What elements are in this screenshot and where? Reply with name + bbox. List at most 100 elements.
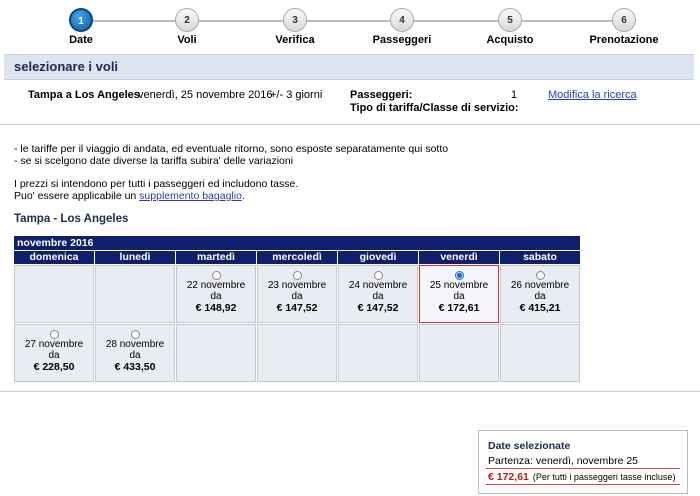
cell-from: da — [372, 291, 384, 302]
cell-date: 27 novembre — [24, 339, 84, 350]
calendar-cell-empty — [419, 324, 499, 382]
divider — [0, 391, 700, 392]
calendar-cell-empty — [176, 324, 256, 382]
cell-date: 28 novembre — [105, 339, 165, 350]
cell-price: € 228,50 — [33, 361, 75, 373]
step-number: 2 — [175, 8, 199, 32]
date-radio[interactable] — [49, 330, 59, 339]
cell-date: 25 novembre — [429, 280, 489, 291]
fare-notes: - le tariffe per il viaggio di andata, e… — [14, 143, 448, 202]
summary-price-note: (Per tutti i passeggeri tasse incluse) — [532, 472, 676, 482]
date-radio[interactable] — [211, 271, 221, 280]
step-label: Voli — [177, 34, 197, 46]
cell-date: 24 novembre — [348, 280, 408, 291]
calendar-cell[interactable]: 27 novembre da € 228,50 — [14, 324, 94, 382]
weekday-label: martedì — [176, 251, 256, 264]
weekday-label: mercoledì — [257, 251, 337, 264]
step-label: Prenotazione — [589, 34, 659, 46]
passengers-value: 1 — [511, 89, 518, 101]
step-number: 5 — [498, 8, 522, 32]
calendar-cell-empty — [338, 324, 418, 382]
step-prenotazione[interactable]: 6 Prenotazione — [577, 8, 671, 46]
calendar-cell-empty — [500, 324, 580, 382]
cell-from: da — [48, 350, 60, 361]
weekday-label: lunedì — [95, 251, 175, 264]
cell-date: 26 novembre — [510, 280, 570, 291]
calendar-cell[interactable]: 23 novembre da € 147,52 — [257, 265, 337, 323]
step-number: 6 — [612, 8, 636, 32]
step-label: Date — [69, 34, 93, 46]
step-label: Verifica — [275, 34, 315, 46]
weekday-label: domenica — [14, 251, 94, 264]
date-radio[interactable] — [373, 271, 383, 280]
cell-price: € 148,92 — [195, 302, 237, 314]
cell-price: € 172,61 — [438, 302, 480, 314]
step-number: 3 — [283, 8, 307, 32]
cell-price: € 433,50 — [114, 361, 156, 373]
step-label: Passeggeri — [372, 34, 432, 46]
fare-calendar: novembre 2016 domenica lunedì martedì me… — [14, 236, 580, 382]
summary-divider — [486, 484, 680, 485]
calendar-title: Tampa - Los Angeles — [14, 213, 129, 225]
calendar-week: 22 novembre da € 148,92 23 novembre da €… — [14, 265, 580, 323]
note-line: - se si scelgono date diverse la tariffa… — [14, 155, 294, 167]
section-title: selezionare i voli — [14, 59, 119, 74]
summary-title: Date selezionate — [488, 440, 571, 452]
date-radio[interactable] — [535, 271, 545, 280]
note-line: I prezzi si intendono per tutti i passeg… — [14, 178, 299, 190]
selected-dates-box: Date selezionate Partenza: venerdì, nove… — [478, 430, 688, 494]
cell-from: da — [210, 291, 222, 302]
calendar-cell[interactable]: 22 novembre da € 148,92 — [176, 265, 256, 323]
calendar-cell-empty — [14, 265, 94, 323]
summary-departure: Partenza: venerdì, novembre 25 — [488, 455, 639, 467]
date-radio-checked[interactable] — [454, 271, 464, 280]
calendar-week: 27 novembre da € 228,50 28 novembre da €… — [14, 324, 580, 382]
progress-steps: 1 Date 2 Voli 3 Verifica 4 Passeggeri 5 … — [0, 0, 700, 50]
divider — [0, 124, 700, 125]
summary-price: € 172,61 — [488, 471, 529, 483]
cell-from: da — [129, 350, 141, 361]
step-voli[interactable]: 2 Voli — [147, 8, 227, 46]
weekday-header: domenica lunedì martedì mercoledì gioved… — [14, 251, 580, 264]
summary-price-row: € 172,61 (Per tutti i passeggeri tasse in… — [488, 471, 675, 483]
step-label: Acquisto — [486, 34, 534, 46]
note-text: Puo' essere applicabile un — [14, 190, 140, 202]
note-line: - le tariffe per il viaggio di andata, e… — [14, 143, 449, 155]
cell-date: 22 novembre — [186, 280, 246, 291]
step-number: 4 — [390, 8, 414, 32]
calendar-cell-empty — [257, 324, 337, 382]
date-radio[interactable] — [292, 271, 302, 280]
cell-from: da — [534, 291, 546, 302]
weekday-label: venerdì — [419, 251, 499, 264]
step-passeggeri[interactable]: 4 Passeggeri — [362, 8, 442, 46]
step-number: 1 — [69, 8, 93, 32]
cell-date: 23 novembre — [267, 280, 327, 291]
cell-price: € 147,52 — [276, 302, 318, 314]
step-date[interactable]: 1 Date — [41, 8, 121, 46]
section-header: selezionare i voli — [4, 54, 694, 80]
passengers-label: Passeggeri: — [350, 89, 413, 101]
search-date: venerdì, 25 novembre 2016 — [138, 89, 273, 101]
modify-search-link[interactable]: Modifica la ricerca — [548, 89, 637, 101]
cell-from: da — [453, 291, 465, 302]
summary-divider — [486, 468, 680, 469]
cell-price: € 147,52 — [357, 302, 399, 314]
calendar-month: novembre 2016 — [14, 236, 580, 250]
calendar-cell-empty — [95, 265, 175, 323]
weekday-label: giovedì — [338, 251, 418, 264]
weekday-label: sabato — [500, 251, 580, 264]
cell-price: € 415,21 — [519, 302, 561, 314]
calendar-cell-selected[interactable]: 25 novembre da € 172,61 — [419, 265, 499, 323]
calendar-cell[interactable]: 24 novembre da € 147,52 — [338, 265, 418, 323]
date-radio[interactable] — [130, 330, 140, 339]
baggage-supplement-link[interactable]: supplemento bagaglio — [139, 190, 242, 202]
route-label: Tampa a Los Angeles — [28, 89, 140, 101]
step-acquisto[interactable]: 5 Acquisto — [470, 8, 550, 46]
cell-from: da — [291, 291, 303, 302]
note-text: . — [241, 190, 245, 202]
step-verifica[interactable]: 3 Verifica — [255, 8, 335, 46]
calendar-cell[interactable]: 26 novembre da € 415,21 — [500, 265, 580, 323]
date-flex: +/- 3 giorni — [270, 89, 323, 101]
calendar-cell[interactable]: 28 novembre da € 433,50 — [95, 324, 175, 382]
note-line: Puo' essere applicabile un supplemento b… — [14, 190, 448, 202]
